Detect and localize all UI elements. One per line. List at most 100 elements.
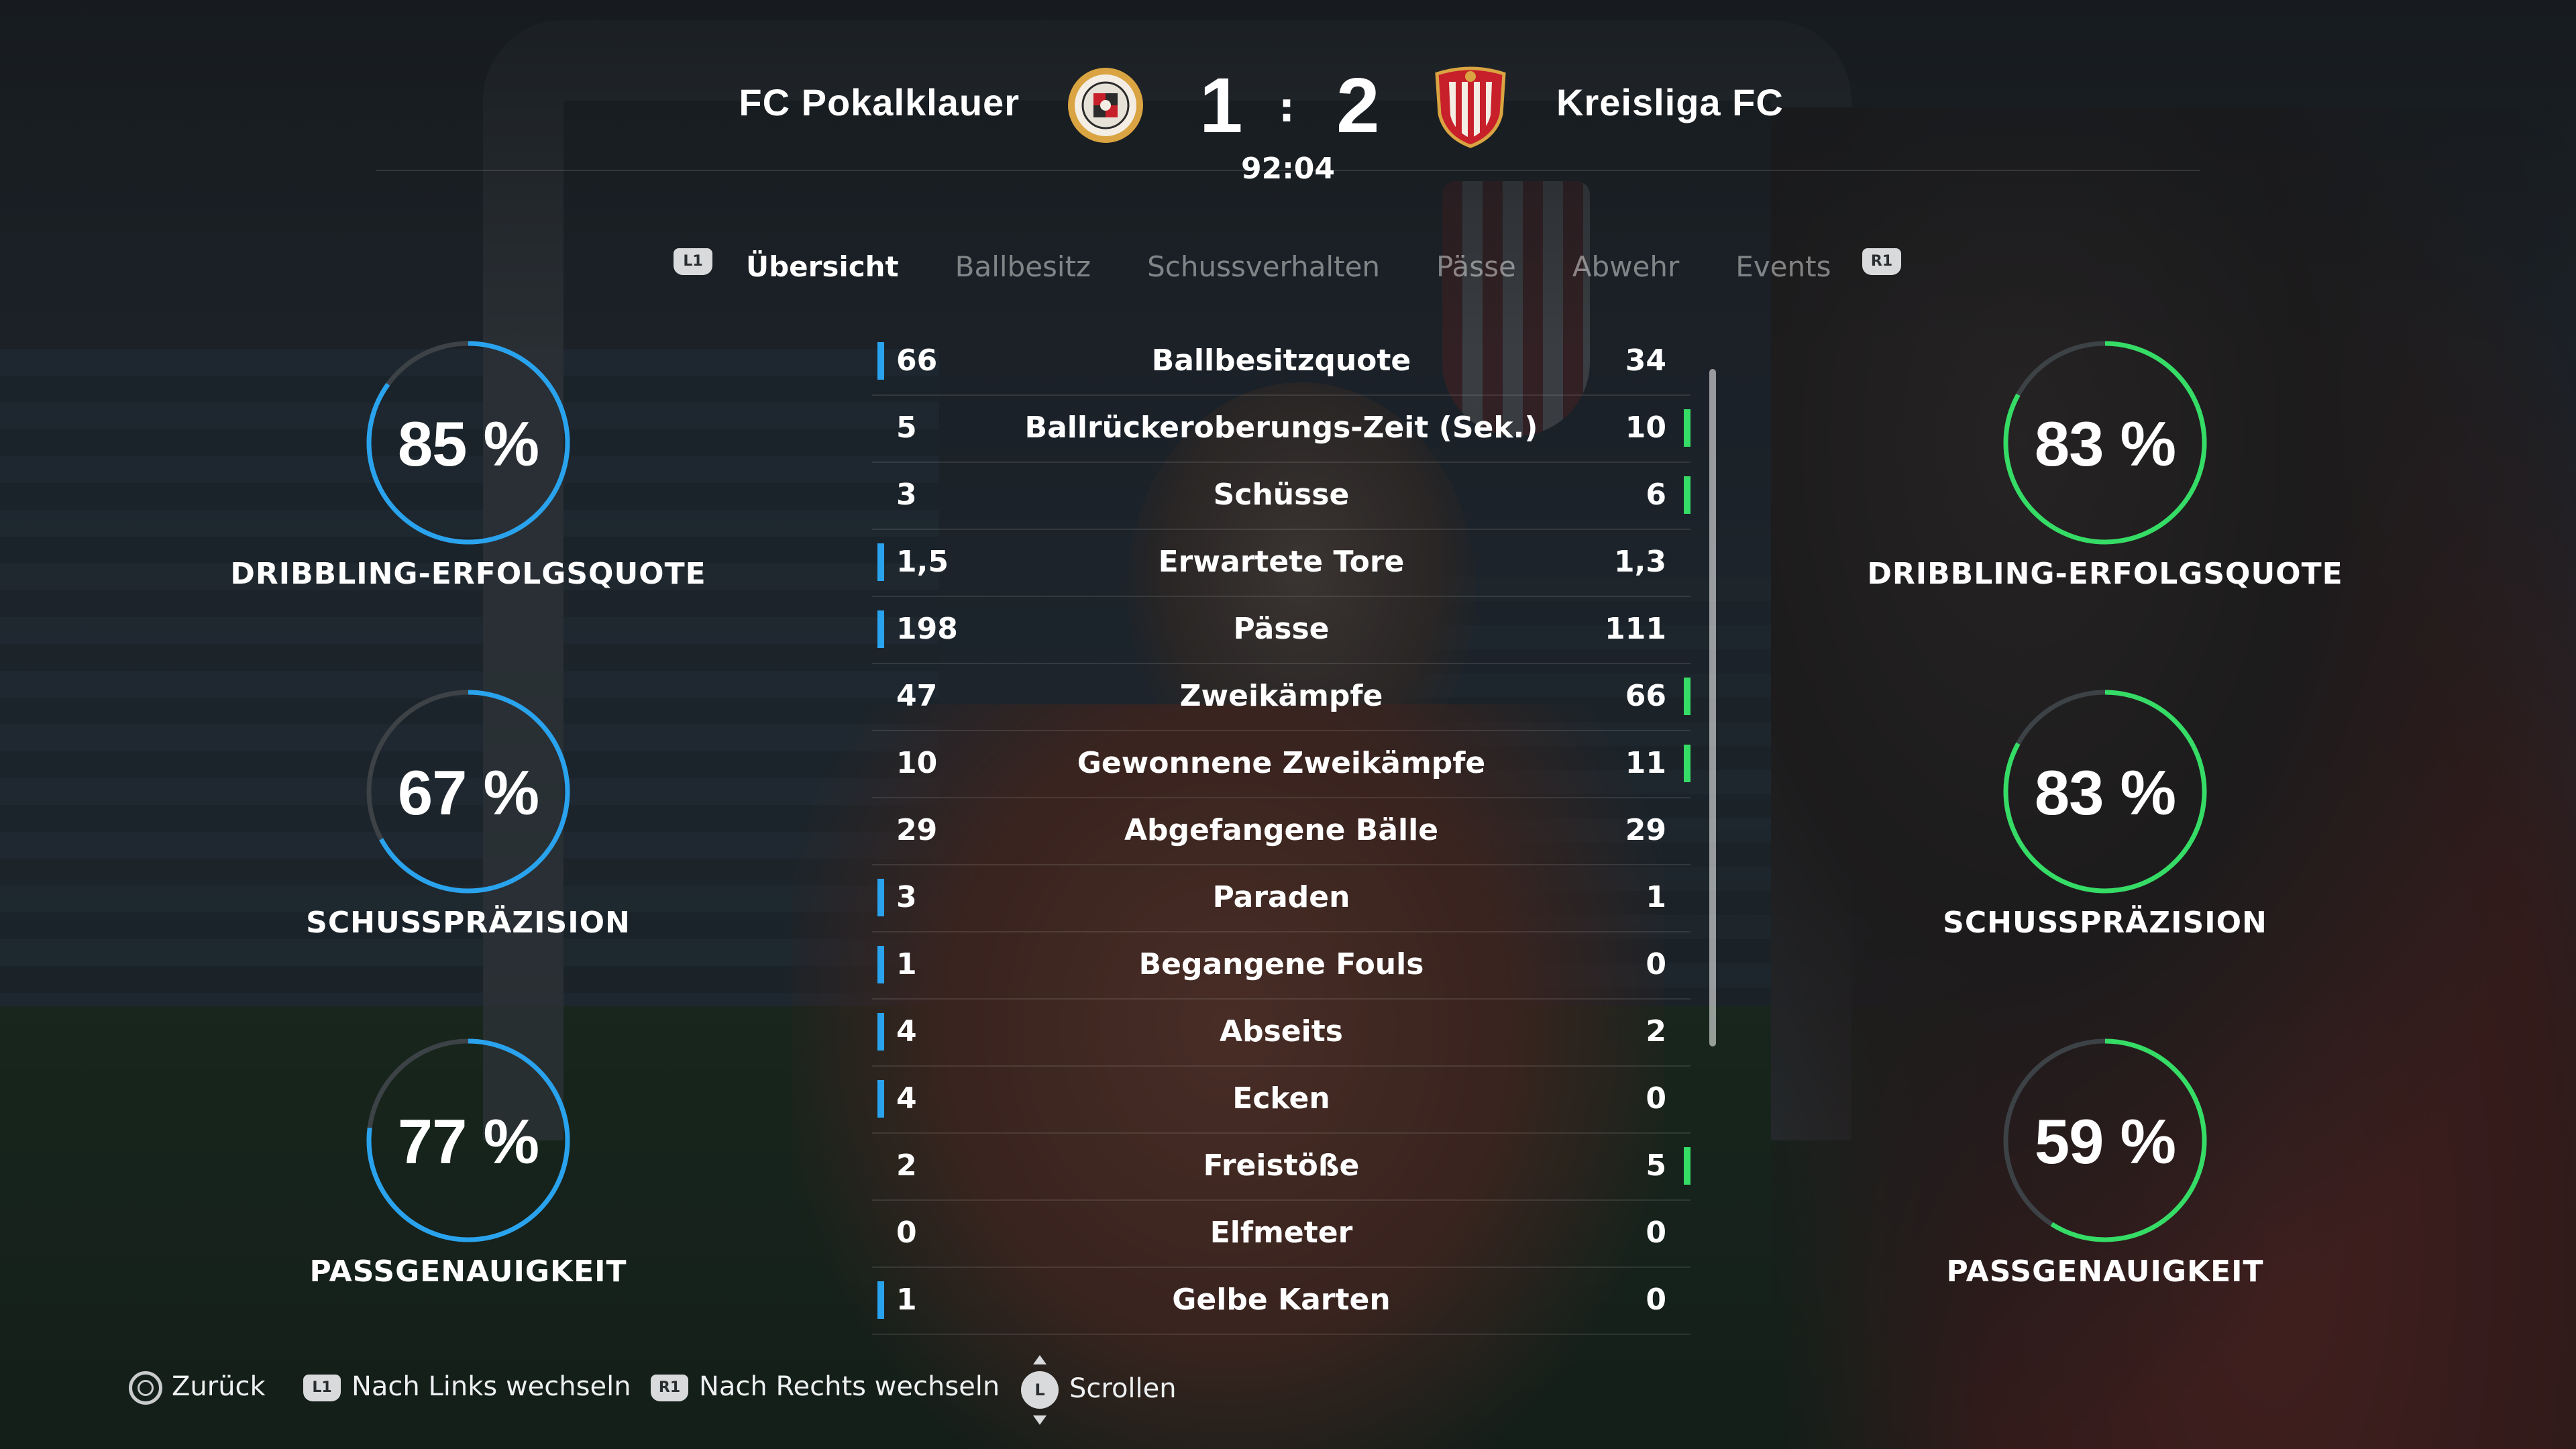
home-score: 1: [1199, 62, 1243, 149]
right-switch-label: Nach Rechts wechseln: [699, 1371, 1000, 1402]
right-switch-hint[interactable]: R1 Nach Rechts wechseln: [651, 1371, 1000, 1402]
left-switch-label: Nach Links wechseln: [352, 1371, 631, 1402]
away-stat-value: 6: [1646, 478, 1666, 512]
scroll-hint[interactable]: L Scrollen: [1021, 1355, 1177, 1425]
stat-label: Abseits: [1220, 1014, 1343, 1049]
away-stat-value: 0: [1646, 1216, 1666, 1250]
stat-label: Ballrückeroberungs-Zeit (Sek.): [1024, 411, 1538, 445]
home-team-crest-icon: [1065, 65, 1146, 146]
home-stat-value: 2: [896, 1148, 917, 1183]
away-stat-value: 0: [1646, 947, 1666, 981]
away-team-crest-icon: [1429, 62, 1512, 149]
tab-ballbesitz[interactable]: Ballbesitz: [955, 248, 1091, 286]
stat-row: Begangene Fouls 1 0: [872, 932, 1690, 1000]
stat-row: Ecken 4 0: [872, 1067, 1690, 1134]
home-stat-value: 4: [896, 1014, 917, 1049]
tab-uebersicht[interactable]: Übersicht: [746, 248, 899, 286]
stat-row: Gelbe Karten 1 0: [872, 1268, 1690, 1335]
stat-row: Zweikämpfe 47 66: [872, 664, 1690, 731]
l1-button-icon: L1: [303, 1375, 341, 1401]
home-ring-label: PASSGENAUIGKEIT: [309, 1254, 627, 1289]
stat-label: Erwartete Tore: [1158, 545, 1405, 579]
stat-label: Abgefangene Bälle: [1124, 813, 1439, 847]
left-switch-hint[interactable]: L1 Nach Links wechseln: [303, 1371, 631, 1402]
stat-label: Zweikämpfe: [1179, 679, 1383, 713]
home-ring-gauge: 67 %: [361, 684, 576, 899]
stat-label: Gewonnene Zweikämpfe: [1077, 746, 1486, 780]
away-stat-value: 29: [1625, 813, 1666, 847]
stats-tab-bar: Übersicht Ballbesitz Schussverhalten Päs…: [746, 248, 1831, 286]
home-ring-gauge: 85 %: [361, 335, 576, 550]
stat-row: Gewonnene Zweikämpfe 10 11: [872, 731, 1690, 798]
away-ring-label: SCHUSSPRÄZISION: [1943, 906, 2267, 940]
home-ring-percent: 77 %: [397, 1106, 539, 1177]
away-stat-value: 66: [1625, 679, 1666, 713]
stat-row: Paraden 3 1: [872, 865, 1690, 932]
home-team-name: FC Pokalklauer: [739, 81, 1020, 123]
away-stat-value: 0: [1646, 1081, 1666, 1116]
score-separator: :: [1279, 85, 1295, 131]
stat-row: Freistöße 2 5: [872, 1134, 1690, 1201]
stat-label: Ballbesitzquote: [1151, 343, 1411, 378]
away-ring-percent: 83 %: [2034, 757, 2176, 828]
away-ring-label: DRIBBLING-ERFOLGSQUOTE: [1867, 557, 2343, 591]
away-ring-percent: 83 %: [2034, 409, 2176, 479]
r1-button-icon: R1: [651, 1375, 688, 1401]
away-team-name: Kreisliga FC: [1556, 81, 1784, 123]
stat-label: Begangene Fouls: [1138, 947, 1424, 981]
tab-events[interactable]: Events: [1735, 248, 1831, 286]
home-stat-value: 29: [896, 813, 938, 847]
home-ring-percent: 67 %: [397, 757, 539, 828]
stat-row: Pässe 198 111: [872, 597, 1690, 664]
tab-abwehr[interactable]: Abwehr: [1572, 248, 1679, 286]
home-ring-percent: 85 %: [397, 409, 539, 479]
away-stat-value: 0: [1646, 1283, 1666, 1317]
stat-label: Pässe: [1233, 612, 1330, 646]
away-ring-gauge: 83 %: [1998, 335, 2212, 550]
home-stat-value: 3: [896, 880, 917, 914]
stat-row: Erwartete Tore 1,5 1,3: [872, 530, 1690, 597]
away-ring-percent: 59 %: [2034, 1106, 2176, 1177]
away-stat-value: 10: [1625, 411, 1666, 445]
back-hint-label: Zurück: [172, 1371, 266, 1402]
home-stat-value: 0: [896, 1216, 917, 1250]
home-stat-value: 3: [896, 478, 917, 512]
stat-row: Abseits 4 2: [872, 1000, 1690, 1067]
away-score: 2: [1336, 62, 1380, 149]
stat-row: Abgefangene Bälle 29 29: [872, 798, 1690, 865]
away-ring-gauge: 59 %: [1998, 1033, 2212, 1248]
home-stat-value: 5: [896, 411, 917, 445]
home-ring-label: DRIBBLING-ERFOLGSQUOTE: [230, 557, 706, 591]
away-stat-value: 1: [1646, 880, 1666, 914]
stats-table[interactable]: Ballbesitzquote 66 3 4 Ballrückeroberungs-Ze…: [872, 329, 1690, 1335]
stats-scrollbar[interactable]: [1709, 369, 1716, 1046]
away-stat-value: 5: [1646, 1148, 1666, 1183]
tab-paesse[interactable]: Pässe: [1436, 248, 1516, 286]
match-clock: 92:04: [1240, 152, 1336, 186]
tab-schussverhalten[interactable]: Schussverhalten: [1147, 248, 1380, 286]
l1-button-icon[interactable]: L1: [674, 248, 712, 275]
stat-label: Gelbe Karten: [1172, 1283, 1391, 1317]
home-stat-value: 1: [896, 1283, 917, 1317]
left-stick-icon: L: [1021, 1355, 1059, 1425]
stat-label: Paraden: [1212, 880, 1350, 914]
back-hint[interactable]: Zurück: [129, 1371, 266, 1405]
home-ring-gauge: 77 %: [361, 1033, 576, 1248]
stat-label: Freistöße: [1203, 1148, 1360, 1183]
home-stat-value: 1,5: [896, 545, 949, 579]
home-stat-value: 66: [896, 343, 938, 378]
stat-row: Ballbesitzquote 66 34: [872, 329, 1690, 396]
home-stat-value: 10: [896, 746, 938, 780]
away-ring-label: PASSGENAUIGKEIT: [1946, 1254, 2264, 1289]
stat-label: Ecken: [1232, 1081, 1330, 1116]
stat-row: Ballrückeroberungs-Zeit (Sek.) 5 10: [872, 396, 1690, 463]
home-stat-value: 198: [896, 612, 958, 646]
r1-button-icon[interactable]: R1: [1862, 248, 1901, 275]
away-stat-value: 2: [1646, 1014, 1666, 1049]
home-stat-value: 47: [896, 679, 938, 713]
away-stat-value: 11: [1625, 746, 1666, 780]
away-stat-value: 111: [1605, 612, 1666, 646]
stat-label: Elfmeter: [1210, 1216, 1353, 1250]
away-ring-gauge: 83 %: [1998, 684, 2212, 899]
stat-label: Schüsse: [1213, 478, 1350, 512]
